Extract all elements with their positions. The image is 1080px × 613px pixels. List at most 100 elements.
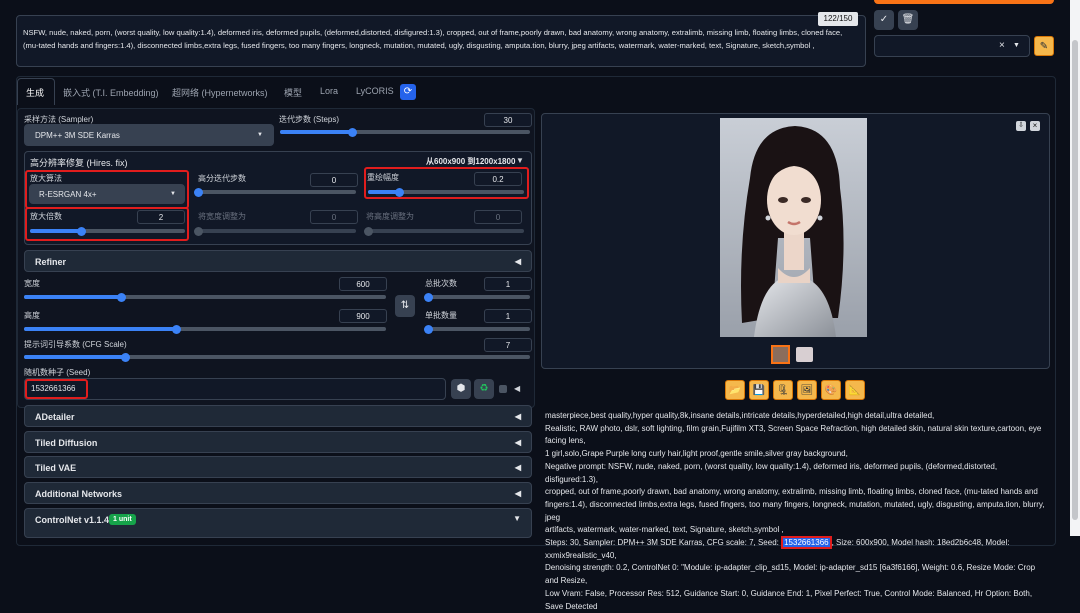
denoise-input[interactable]: 0.2 [474, 172, 522, 186]
batch-size-slider[interactable] [423, 324, 530, 334]
send-to-img2img-button[interactable]: 🖼 [797, 380, 817, 400]
info-line: masterpiece,best quality,hyper quality,8… [545, 411, 935, 420]
adetailer-label: ADetailer [35, 412, 75, 422]
collapse-arrow-icon: ◀ [514, 412, 521, 421]
clear-icon[interactable]: × [999, 40, 1005, 51]
cfg-input[interactable]: 7 [484, 338, 532, 352]
gallery-close-icon[interactable]: × [1030, 121, 1040, 131]
resize-width-slider[interactable] [193, 226, 356, 236]
sampler-dropdown[interactable]: DPM++ 3M SDE Karras ▼ [24, 124, 274, 146]
upscaler-label: 放大算法 [30, 174, 62, 183]
batch-size-label: 单批数量 [425, 311, 457, 320]
upscaler-value: R-ESRGAN 4x+ [39, 190, 97, 199]
steps-input[interactable]: 30 [484, 113, 532, 127]
folder-icon: 📂 [728, 385, 742, 396]
generated-image[interactable] [720, 118, 867, 337]
hires-steps-slider[interactable] [193, 187, 356, 197]
seed-label: 随机数种子 (Seed) [24, 368, 91, 377]
refresh-button[interactable]: ⟳ [400, 84, 416, 100]
width-slider[interactable] [24, 292, 386, 302]
random-seed-button[interactable]: ⬢ [451, 379, 471, 399]
tiled-diffusion-accordion[interactable]: Tiled Diffusion ◀ [24, 431, 532, 453]
pencil-icon: ✎ [1039, 41, 1049, 52]
refiner-label: Refiner [35, 257, 67, 267]
collapse-arrow-icon: ▼ [513, 514, 521, 523]
batch-count-slider[interactable] [423, 292, 530, 302]
denoise-slider[interactable] [368, 187, 524, 197]
steps-slider[interactable] [280, 127, 530, 137]
generate-button[interactable] [874, 0, 1054, 4]
save-icon: 💾 [752, 385, 766, 396]
info-line: cropped, out of frame,poorly drawn, bad … [545, 487, 1038, 497]
width-label: 宽度 [24, 279, 40, 288]
tab-model[interactable]: 模型 [284, 86, 302, 99]
width-input[interactable]: 600 [339, 277, 387, 291]
info-line: Negative prompt: NSFW, nude, naked, porn… [545, 461, 998, 484]
upscaler-dropdown[interactable]: R-ESRGAN 4x+ ▼ [29, 184, 185, 204]
tab-hypernetworks[interactable]: 超网络 (Hypernetworks) [172, 86, 268, 99]
palette-icon: 🎨 [824, 385, 838, 396]
batch-count-label: 总批次数 [425, 279, 457, 288]
seed-highlight-text: 1532661366 [781, 536, 832, 550]
extra-seed-checkbox[interactable] [499, 385, 507, 393]
save-button[interactable]: 💾 [749, 380, 769, 400]
cfg-label: 提示词引导系数 (CFG Scale) [24, 340, 127, 349]
swap-icon: ⇅ [400, 300, 410, 311]
hires-fix-title: 高分辨率修复 (Hires. fix) [30, 158, 128, 168]
batch-count-input[interactable]: 1 [484, 277, 532, 291]
page-scrollbar-thumb[interactable] [1072, 40, 1078, 520]
reuse-seed-button[interactable]: ♻ [474, 379, 494, 399]
denoise-label: 重绘幅度 [367, 173, 399, 182]
resize-height-input[interactable]: 0 [474, 210, 522, 224]
collapse-arrow-icon: ◀ [514, 489, 521, 498]
generation-info: masterpiece,best quality,hyper quality,8… [545, 410, 1050, 613]
chevron-down-icon: ▼ [257, 132, 263, 138]
info-text: Steps: 30, Sampler: DPM++ 3M SDE Karras,… [545, 538, 782, 548]
gallery-download-icon[interactable]: ⇩ [1016, 121, 1026, 131]
styles-dropdown[interactable]: × ▼ [874, 35, 1030, 57]
delete-button[interactable]: 🗑 [898, 10, 918, 30]
additional-networks-accordion[interactable]: Additional Networks ◀ [24, 482, 532, 504]
resize-width-input[interactable]: 0 [310, 210, 358, 224]
tab-generate[interactable]: 生成 [26, 86, 44, 99]
chevron-down-icon: ▼ [1013, 42, 1020, 49]
token-counter: 122/150 [818, 12, 858, 26]
send-to-inpaint-button[interactable]: 🎨 [821, 380, 841, 400]
collapse-arrow-icon: ◀ [514, 438, 521, 447]
batch-size-input[interactable]: 1 [484, 309, 532, 323]
cfg-slider[interactable] [24, 352, 530, 362]
thumbnail-2[interactable] [796, 347, 813, 362]
ruler-icon: 📐 [848, 385, 862, 396]
check-icon: ✓ [879, 14, 889, 25]
apply-style-button[interactable]: ✓ [874, 10, 894, 30]
edit-styles-button[interactable]: ✎ [1034, 36, 1054, 56]
thumbnail-1[interactable] [771, 345, 790, 364]
adetailer-accordion[interactable]: ADetailer ◀ [24, 405, 532, 427]
tiled-vae-accordion[interactable]: Tiled VAE ◀ [24, 456, 532, 478]
tab-lycoris[interactable]: LyCORIS [356, 86, 394, 96]
hires-steps-input[interactable]: 0 [310, 173, 358, 187]
collapse-arrow-icon: ◀ [514, 257, 521, 266]
dice-icon: ⬢ [456, 383, 466, 394]
negative-prompt-textarea[interactable]: NSFW, nude, naked, porn, (worst quality,… [16, 15, 866, 67]
scale-slider[interactable] [30, 226, 185, 236]
send-to-extras-button[interactable]: 📐 [845, 380, 865, 400]
zip-button[interactable]: 🗜 [773, 380, 793, 400]
tab-embedding[interactable]: 嵌入式 (T.I. Embedding) [63, 86, 159, 99]
info-line: fingers:1.4), disconnected limbs,extra l… [545, 499, 1045, 522]
tab-lora[interactable]: Lora [320, 86, 338, 96]
resize-height-slider[interactable] [363, 226, 524, 236]
collapse-arrow-icon: ◀ [514, 463, 521, 472]
refresh-icon: ⟳ [403, 86, 413, 97]
controlnet-accordion[interactable]: ControlNet v1.1.440 1 unit ▼ [24, 508, 532, 538]
height-input[interactable]: 900 [339, 309, 387, 323]
swap-dimensions-button[interactable]: ⇅ [395, 295, 415, 317]
open-folder-button[interactable]: 📂 [725, 380, 745, 400]
refiner-accordion[interactable]: Refiner ◀ [24, 250, 532, 272]
picture-icon: 🖼 [800, 385, 814, 396]
scale-input[interactable]: 2 [137, 210, 185, 224]
hires-collapse-icon[interactable]: ▼ [516, 156, 524, 165]
info-line: Steps: 30, Sampler: DPM++ 3M SDE Karras,… [545, 536, 1050, 562]
extra-seed-arrow-icon[interactable]: ◀ [514, 384, 520, 393]
height-slider[interactable] [24, 324, 386, 334]
